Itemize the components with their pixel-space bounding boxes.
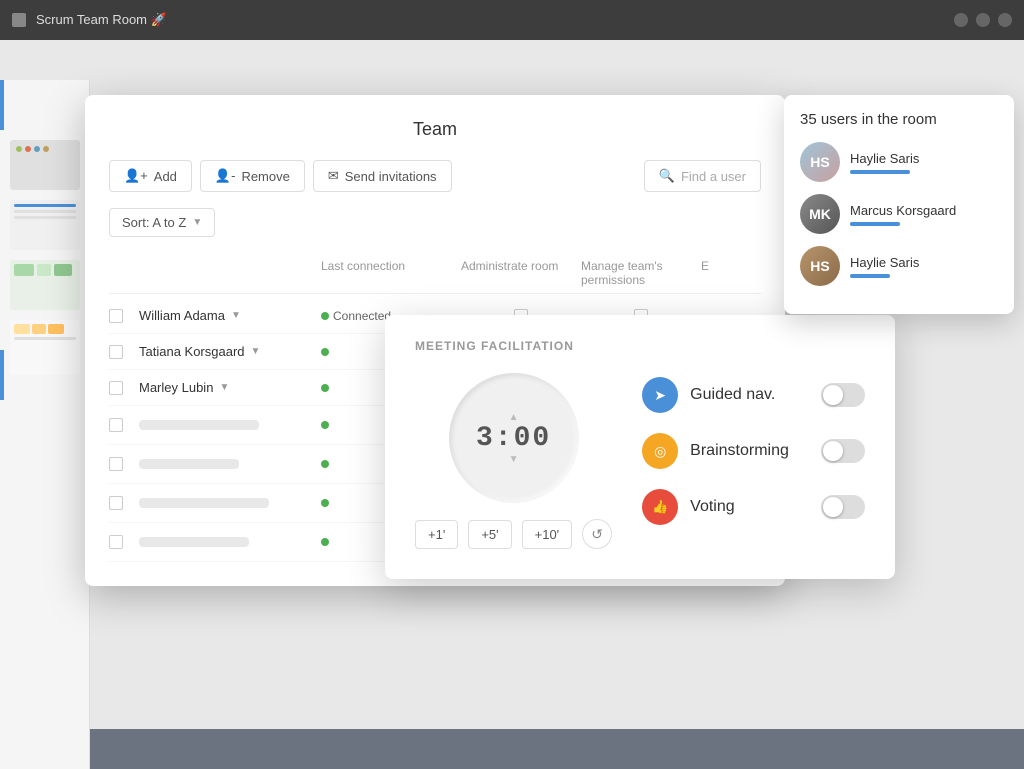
plus1-button[interactable]: +1' <box>415 520 458 549</box>
search-box[interactable]: 🔍 Find a user <box>644 160 761 192</box>
status-dot <box>321 312 329 320</box>
meeting-panel: MEETING FACILITATION ▲ 3:00 ▼ +1' +5' +1… <box>385 315 895 579</box>
status-dot <box>321 348 329 356</box>
send-invitations-button[interactable]: ✉ Send invitations <box>313 160 452 192</box>
window-title: Scrum Team Room 🚀 <box>36 12 167 28</box>
left-sidebar <box>0 80 90 769</box>
row-checkbox[interactable] <box>109 535 123 549</box>
placeholder <box>139 498 269 508</box>
user-info: Haylie Saris <box>850 255 998 278</box>
sidebar-accent-bottom <box>0 350 4 400</box>
user-display-name: Haylie Saris <box>850 255 998 270</box>
avatar: HS <box>800 246 840 286</box>
voting-toggle[interactable] <box>821 495 865 519</box>
envelope-icon: ✉ <box>328 168 339 184</box>
remove-button[interactable]: 👤- Remove <box>200 160 305 192</box>
app-icon <box>12 13 26 27</box>
voting-label: Voting <box>690 498 809 516</box>
brainstorming-label: Brainstorming <box>690 442 809 460</box>
user-activity-bar <box>850 274 890 278</box>
plus10-button[interactable]: +10' <box>522 520 573 549</box>
user-name: Tatiana Korsgaard ▼ <box>139 344 321 359</box>
plus5-button[interactable]: +5' <box>468 520 511 549</box>
row-checkbox[interactable] <box>109 345 123 359</box>
user-display-name: Haylie Saris <box>850 151 998 166</box>
sort-button[interactable]: Sort: A to Z ▼ <box>109 208 215 237</box>
add-icon: 👤+ <box>124 168 148 184</box>
chevron-down-icon: ▼ <box>192 217 202 228</box>
avatar: HS <box>800 142 840 182</box>
user-activity-bar <box>850 170 910 174</box>
brainstorming-toggle[interactable] <box>821 439 865 463</box>
status-dot <box>321 384 329 392</box>
placeholder <box>139 459 239 469</box>
meeting-panel-title: MEETING FACILITATION <box>415 339 865 353</box>
user-activity-bar <box>850 222 900 226</box>
remove-icon: 👤- <box>215 168 236 184</box>
status-dot <box>321 499 329 507</box>
chevron-icon: ▼ <box>251 346 261 357</box>
guided-nav-label: Guided nav. <box>690 386 809 404</box>
title-bar: Scrum Team Room 🚀 <box>0 0 1024 40</box>
search-icon: 🔍 <box>659 168 675 184</box>
user-item: HS Haylie Saris <box>800 246 998 286</box>
users-panel: 35 users in the room HS Haylie Saris MK … <box>784 95 1014 314</box>
modal-toolbar: 👤+ Add 👤- Remove ✉ Send invitations 🔍 Fi… <box>109 160 761 192</box>
row-checkbox[interactable] <box>109 309 123 323</box>
user-item: HS Haylie Saris <box>800 142 998 182</box>
modal-title: Team <box>109 119 761 140</box>
brainstorming-icon: ◎ <box>642 433 678 469</box>
toggle-item-guided-nav: ➤ Guided nav. <box>642 377 865 413</box>
user-display-name: Marcus Korsgaard <box>850 203 998 218</box>
maximize-button[interactable] <box>976 13 990 27</box>
users-count-title: 35 users in the room <box>800 111 998 128</box>
table-header: Last connection Administrate room Manage… <box>109 253 761 294</box>
window-controls <box>954 13 1012 27</box>
add-button[interactable]: 👤+ Add <box>109 160 192 192</box>
meeting-content: ▲ 3:00 ▼ +1' +5' +10' ↺ ➤ Guided nav <box>415 373 865 549</box>
chevron-icon: ▼ <box>231 310 241 321</box>
sidebar-thumb-1 <box>10 140 80 190</box>
sidebar-accent-top <box>0 80 4 130</box>
user-name: William Adama ▼ <box>139 308 321 323</box>
toggle-item-voting: 👍 Voting <box>642 489 865 525</box>
row-checkbox[interactable] <box>109 457 123 471</box>
close-button[interactable] <box>998 13 1012 27</box>
user-info: Marcus Korsgaard <box>850 203 998 226</box>
user-name: Marley Lubin ▼ <box>139 380 321 395</box>
timer-up-arrow[interactable]: ▲ <box>509 412 519 423</box>
status-dot <box>321 460 329 468</box>
timer-display: 3:00 <box>476 423 551 454</box>
timer-down-arrow[interactable]: ▼ <box>509 454 519 465</box>
sidebar-thumb-2 <box>10 200 80 250</box>
minimize-button[interactable] <box>954 13 968 27</box>
guided-nav-toggle[interactable] <box>821 383 865 407</box>
sidebar-thumb-4 <box>10 320 80 375</box>
status-dot <box>321 538 329 546</box>
row-checkbox[interactable] <box>109 418 123 432</box>
chevron-icon: ▼ <box>219 382 229 393</box>
toggles-container: ➤ Guided nav. ◎ Brainstorming 👍 <box>642 377 865 545</box>
row-checkbox[interactable] <box>109 496 123 510</box>
timer-container: ▲ 3:00 ▼ +1' +5' +10' ↺ <box>415 373 612 549</box>
user-info: Haylie Saris <box>850 151 998 174</box>
avatar: MK <box>800 194 840 234</box>
row-checkbox[interactable] <box>109 381 123 395</box>
timer-circle: ▲ 3:00 ▼ <box>449 373 579 503</box>
sidebar-thumb-3 <box>10 260 80 310</box>
placeholder <box>139 420 259 430</box>
guided-nav-icon: ➤ <box>642 377 678 413</box>
timer-buttons: +1' +5' +10' ↺ <box>415 519 612 549</box>
status-dot <box>321 421 329 429</box>
placeholder <box>139 537 249 547</box>
toggle-item-brainstorming: ◎ Brainstorming <box>642 433 865 469</box>
voting-icon: 👍 <box>642 489 678 525</box>
reset-button[interactable]: ↺ <box>582 519 612 549</box>
user-item: MK Marcus Korsgaard <box>800 194 998 234</box>
canvas-area: Team 👤+ Add 👤- Remove ✉ Send invitations… <box>0 40 1024 729</box>
